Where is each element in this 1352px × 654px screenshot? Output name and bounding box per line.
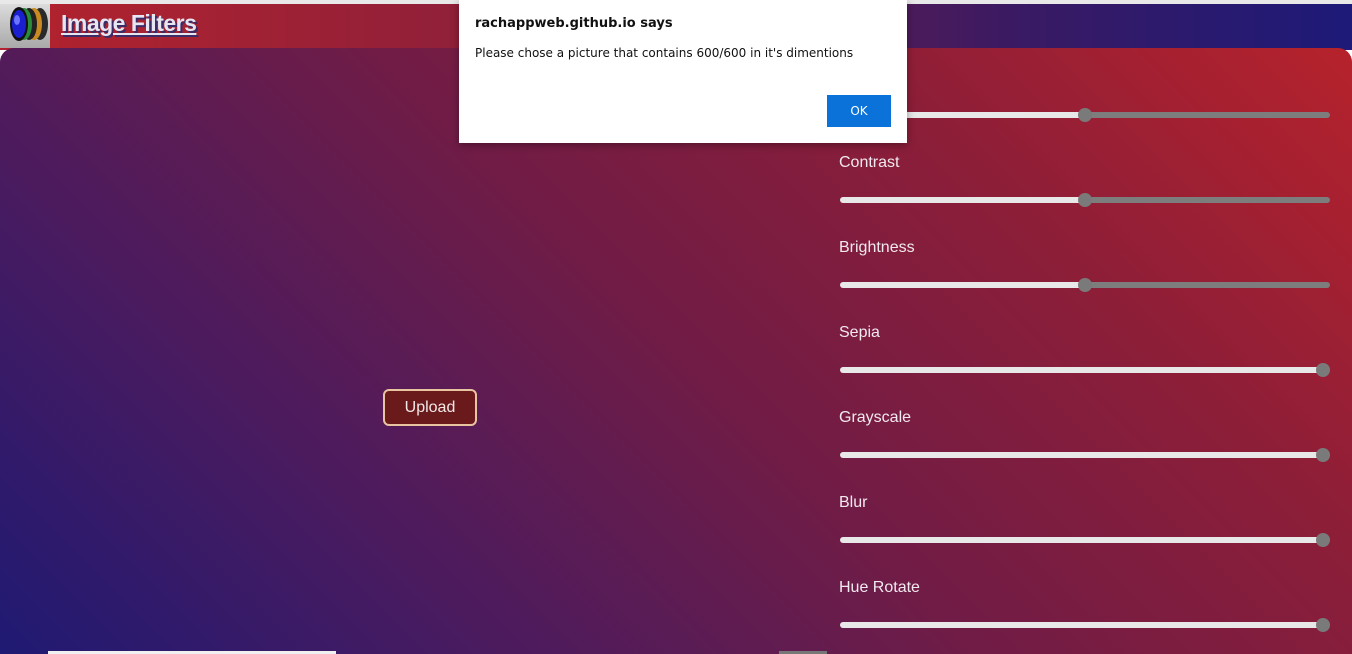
slider-track-filled <box>840 622 1323 628</box>
slider-track-filled <box>840 537 1323 543</box>
slider-track-filled <box>840 197 1085 203</box>
filter-label-grayscale: Grayscale <box>839 409 912 426</box>
filter-label-hue-rotate: Hue Rotate <box>839 579 920 596</box>
contrast-slider[interactable] <box>840 193 1330 207</box>
filter-label-blur: Blur <box>839 494 868 511</box>
dialog-title: rachappweb.github.io says <box>475 16 673 31</box>
slider-track-empty <box>1085 197 1330 203</box>
filter-label-contrast: Contrast <box>839 154 900 171</box>
brightness-slider[interactable] <box>840 278 1330 292</box>
upload-button[interactable]: Upload <box>383 389 477 426</box>
hue-rotate-slider[interactable] <box>840 618 1330 632</box>
filter-slider-1[interactable] <box>840 108 1330 122</box>
app-title: Image Filters <box>61 10 197 36</box>
slider-track-filled <box>840 367 1323 373</box>
slider-track-empty <box>1085 282 1330 288</box>
filter-label-brightness: Brightness <box>839 239 915 256</box>
slider-thumb[interactable] <box>1316 533 1330 547</box>
slider-thumb[interactable] <box>1078 278 1092 292</box>
ok-button[interactable]: OK <box>827 95 891 127</box>
slider-thumb[interactable] <box>1316 618 1330 632</box>
dialog-message: Please chose a picture that contains 600… <box>475 46 854 60</box>
alert-dialog: rachappweb.github.io says Please chose a… <box>459 0 907 143</box>
slider-track-filled <box>840 282 1085 288</box>
slider-thumb[interactable] <box>1316 448 1330 462</box>
camera-lens-icon <box>0 4 50 48</box>
grayscale-slider[interactable] <box>840 448 1330 462</box>
slider-thumb[interactable] <box>1078 108 1092 122</box>
blur-slider[interactable] <box>840 533 1330 547</box>
filter-label-sepia: Sepia <box>839 324 880 341</box>
slider-track-empty <box>1085 112 1330 118</box>
slider-thumb[interactable] <box>1316 363 1330 377</box>
sepia-slider[interactable] <box>840 363 1330 377</box>
slider-thumb[interactable] <box>1078 193 1092 207</box>
slider-track-filled <box>840 452 1323 458</box>
